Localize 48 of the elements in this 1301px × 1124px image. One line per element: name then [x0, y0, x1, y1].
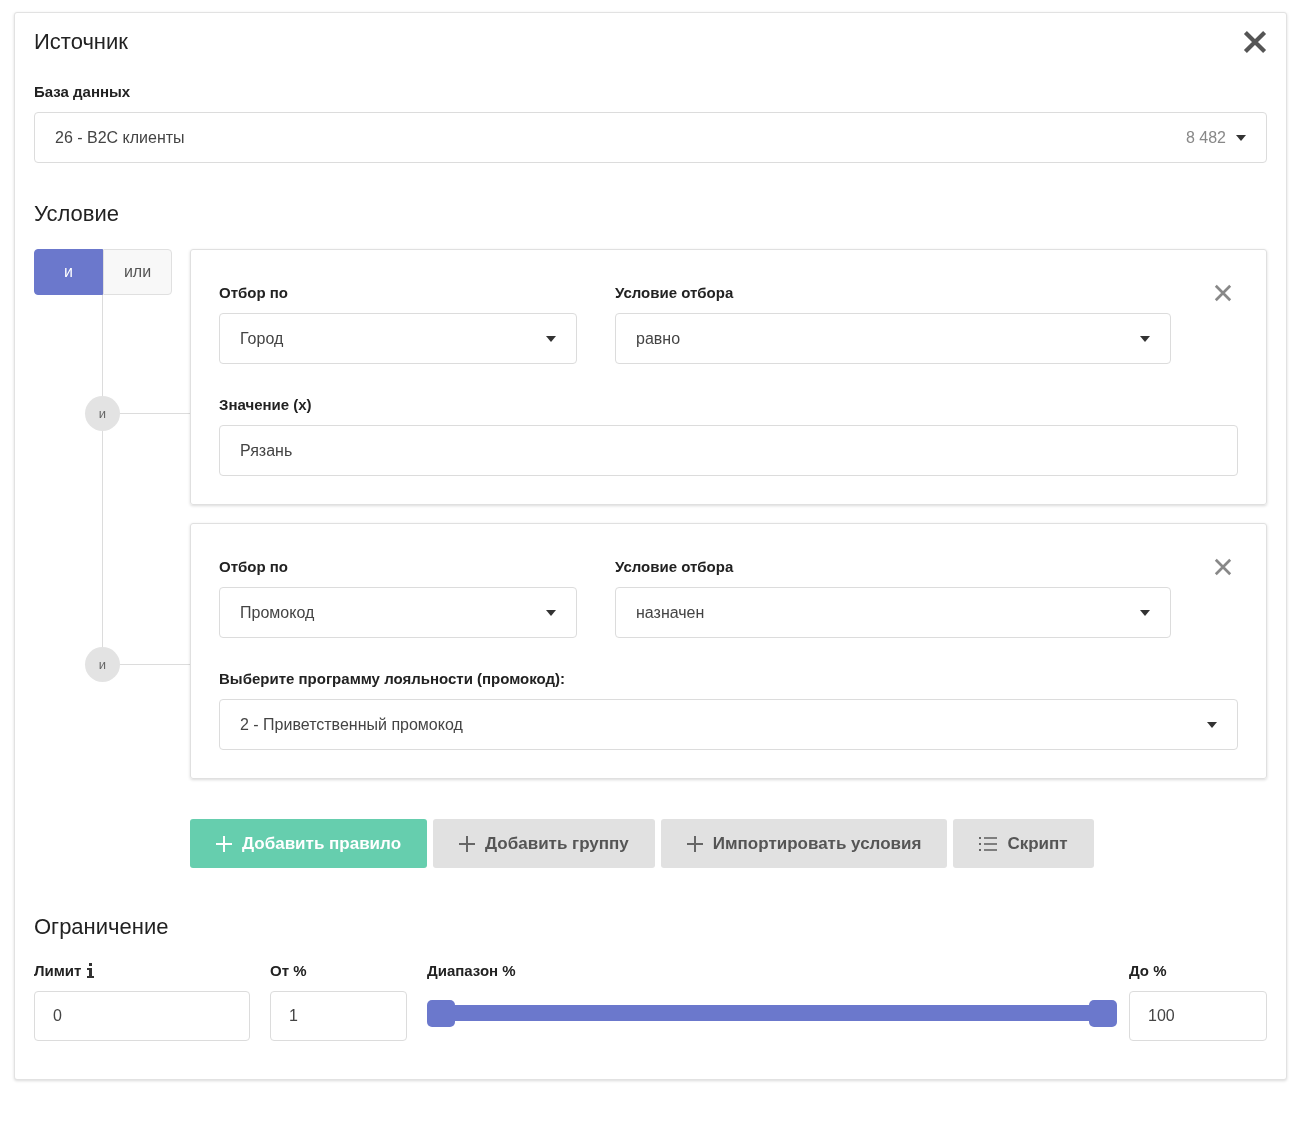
- info-icon: [87, 963, 95, 978]
- close-button[interactable]: [1243, 30, 1267, 54]
- database-select[interactable]: 26 - B2C клиенты 8 482: [34, 112, 1267, 163]
- slider-handle[interactable]: [1089, 1000, 1117, 1027]
- plus-icon: [216, 835, 232, 852]
- field-label: Отбор по: [219, 558, 289, 575]
- field-label: База данных: [34, 83, 132, 100]
- caret-icon: [1236, 134, 1246, 141]
- list-icon: [979, 835, 998, 852]
- field-select[interactable]: Город: [219, 313, 577, 364]
- plus-icon: [686, 835, 703, 852]
- action-button[interactable]: Импортировать условия: [660, 819, 948, 868]
- action-button[interactable]: Добавить группу: [433, 819, 655, 868]
- from-input[interactable]: 1: [270, 991, 407, 1041]
- close-icon: [1214, 558, 1232, 576]
- caret-icon: [1140, 335, 1150, 342]
- condition-select[interactable]: равно: [615, 313, 1171, 364]
- caret-icon: [1207, 721, 1217, 728]
- close-icon: [1214, 284, 1232, 302]
- value-select[interactable]: 2 - Приветственный промокод: [219, 699, 1238, 750]
- field-label: Отбор по: [219, 284, 289, 301]
- condition-select[interactable]: назначен: [615, 587, 1171, 638]
- field-label: Диапазон %: [427, 962, 517, 979]
- field-select[interactable]: Промокод: [219, 587, 577, 638]
- field-label: Условие отбора: [615, 558, 735, 575]
- field-label: Лимит: [34, 962, 82, 979]
- section-title: Ограничение: [34, 914, 170, 940]
- slider-handle[interactable]: [427, 1000, 455, 1027]
- close-icon: [1243, 30, 1267, 54]
- connector-badge: и: [85, 646, 120, 682]
- field-label: От %: [270, 962, 308, 979]
- logic-tab[interactable]: или: [103, 249, 172, 295]
- field-label: Значение (x): [219, 396, 313, 413]
- value-input[interactable]: Рязань: [219, 425, 1238, 476]
- caret-icon: [546, 609, 556, 616]
- caret-icon: [1140, 609, 1150, 616]
- logic-tab[interactable]: и: [34, 249, 103, 295]
- connector-badge: и: [85, 395, 120, 431]
- field-label: Выберите программу лояльности (промокод):: [219, 670, 567, 687]
- section-title: Источник: [34, 29, 128, 55]
- section-title: Условие: [34, 201, 121, 227]
- field-label: До %: [1129, 962, 1168, 979]
- plus-icon: [459, 835, 476, 852]
- caret-icon: [546, 335, 556, 342]
- to-input[interactable]: 100: [1129, 991, 1267, 1041]
- action-button[interactable]: Скрипт: [953, 819, 1094, 868]
- limit-input[interactable]: 0: [34, 991, 250, 1041]
- field-label: Условие отбора: [615, 284, 735, 301]
